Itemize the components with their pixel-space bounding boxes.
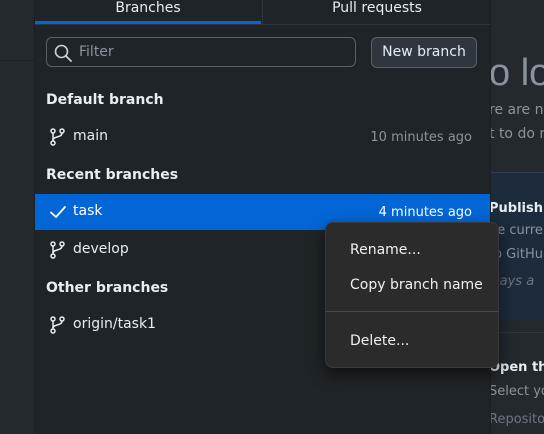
background-content: o lo re are no t to do m Publish y he cu…: [489, 0, 544, 434]
menu-item-rename[interactable]: Rename...: [326, 235, 498, 267]
branch-icon: [50, 128, 65, 146]
menu-item-label: Rename...: [350, 242, 421, 258]
app-left-edge: [0, 0, 34, 434]
divider: [0, 60, 34, 61]
menu-divider: [326, 311, 498, 312]
branches-panel: Branches Pull requests New branch Defaul…: [34, 0, 491, 434]
branch-name: develop: [73, 241, 129, 257]
branch-time: 4 minutes ago: [378, 205, 472, 220]
section-recent-branches: Recent branches: [46, 167, 179, 183]
publish-title: Publish y: [489, 201, 544, 216]
menu-item-copy-branch-name[interactable]: Copy branch name: [326, 270, 498, 302]
section-default-branch: Default branch: [46, 92, 164, 108]
branch-name: main: [73, 128, 108, 144]
filter-box[interactable]: [46, 37, 356, 67]
section-other-branches: Other branches: [46, 280, 169, 296]
tab-branches[interactable]: Branches: [35, 0, 261, 24]
branch-icon: [50, 316, 65, 334]
bg-text: t to do m: [489, 126, 544, 142]
bg-text: re are no: [489, 102, 544, 118]
branch-time: 10 minutes ago: [370, 130, 472, 145]
branch-name: task: [73, 203, 103, 219]
search-icon: [54, 44, 72, 62]
menu-item-delete[interactable]: Delete...: [326, 326, 498, 358]
branch-icon: [50, 241, 65, 259]
filter-input[interactable]: [79, 41, 347, 63]
tab-pull-requests[interactable]: Pull requests: [262, 0, 491, 24]
branch-context-menu: Rename... Copy branch name Delete...: [325, 222, 499, 368]
bg-heading: o lo: [489, 52, 544, 94]
branch-row-main[interactable]: main 10 minutes ago: [35, 119, 490, 155]
open-text: Reposito: [489, 412, 544, 427]
menu-item-label: Copy branch name: [350, 277, 483, 293]
check-icon: [50, 206, 66, 218]
open-text: Select yo: [489, 384, 544, 399]
menu-item-label: Delete...: [350, 333, 410, 349]
tab-bar: Branches Pull requests: [35, 0, 490, 25]
new-branch-button[interactable]: New branch: [371, 37, 477, 68]
branch-name: origin/task1: [73, 316, 156, 332]
